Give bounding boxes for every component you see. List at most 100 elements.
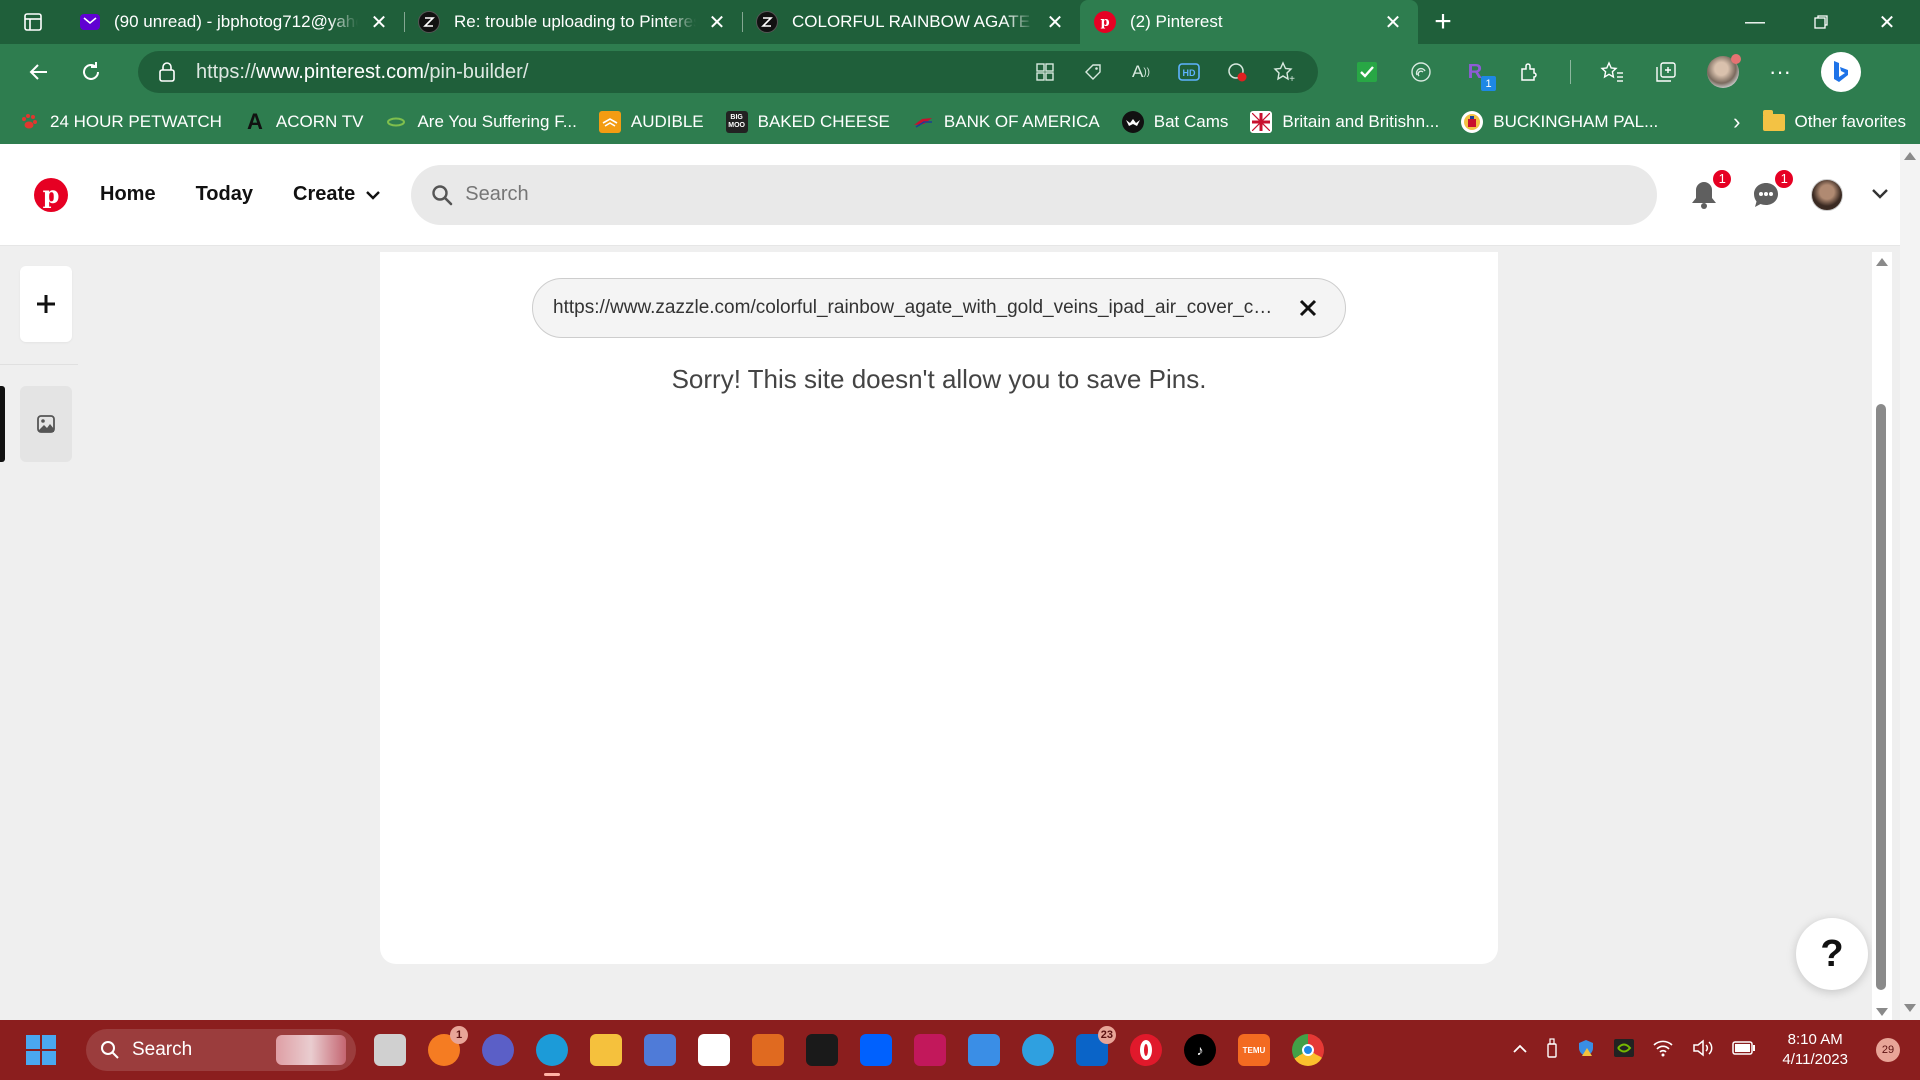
scroll-down-icon[interactable] [1876,1008,1888,1016]
wifi-icon[interactable] [1652,1039,1674,1062]
favorite-buckingham[interactable]: BUCKINGHAM PAL... [1461,111,1658,133]
more-options-icon[interactable]: ··· [1767,59,1793,85]
chevron-right-icon[interactable]: › [1733,109,1740,135]
sidebar-divider [0,364,78,365]
minimize-button[interactable]: — [1722,0,1788,44]
close-tab-icon[interactable]: ✕ [706,11,728,34]
battery-icon[interactable] [1732,1040,1756,1060]
search-highlight-icon [276,1035,346,1065]
microsoft-store-icon[interactable] [698,1034,730,1066]
add-pin-button[interactable] [20,266,72,342]
clock[interactable]: 8:10 AM 4/11/2023 [1782,1030,1848,1070]
close-tab-icon[interactable]: ✕ [368,11,390,34]
fingerprint-icon[interactable] [1408,59,1434,85]
tracking-prevention-icon[interactable] [1224,59,1250,85]
favorite-bank-of-america[interactable]: BANK OF AMERICA [912,111,1100,133]
nav-today[interactable]: Today [196,183,253,206]
teams-icon[interactable] [482,1034,514,1066]
favorite-audible[interactable]: AUDIBLE [598,111,704,133]
game-icon[interactable] [752,1034,784,1066]
opera-icon[interactable] [1130,1034,1162,1066]
checkmark-extension-icon[interactable] [1354,59,1380,85]
dropbox-icon[interactable] [860,1034,892,1066]
notes-icon[interactable] [806,1034,838,1066]
profile-avatar[interactable] [1707,54,1741,88]
favorite-bat-cams[interactable]: Bat Cams [1121,111,1228,133]
help-button[interactable]: ? [1796,918,1868,990]
notification-center-badge[interactable]: 29 [1876,1038,1900,1062]
pinterest-nav: Home Today Create [100,183,381,206]
favorite-britain[interactable]: Britain and Britishn... [1250,111,1439,133]
close-tab-icon[interactable]: ✕ [1044,11,1066,34]
nav-home[interactable]: Home [100,183,156,206]
favorite-acorn-tv[interactable]: A ACORN TV [244,109,364,134]
page-scrollbar[interactable] [1900,144,1920,1020]
notifications-button[interactable]: 1 [1687,167,1734,212]
pin-draft-thumbnail[interactable] [20,386,72,462]
tab-zazzle-product[interactable]: COLORFUL RAINBOW AGATE WITH ✕ [742,0,1080,44]
restore-button[interactable] [1788,0,1854,44]
tab-yahoo-mail[interactable]: (90 unread) - jbphotog712@yahoo ✕ [66,0,404,44]
union-jack-icon [1250,111,1273,133]
extensions-puzzle-icon[interactable] [1516,59,1542,85]
firefox-icon[interactable]: 1 [428,1026,468,1066]
tab-actions-icon [24,13,42,31]
scrollbar-thumb[interactable] [1876,404,1886,990]
file-explorer-icon[interactable] [590,1034,622,1066]
usb-icon[interactable] [1546,1037,1558,1063]
volume-icon[interactable] [1692,1038,1714,1062]
pinterest-header: p Home Today Create Search 1 1 [0,144,1900,246]
nav-create[interactable]: Create [293,183,381,206]
tag-icon[interactable] [1080,59,1106,85]
start-button[interactable] [26,1035,56,1065]
bing-copilot-icon[interactable] [1821,52,1861,92]
clear-url-button[interactable] [1293,293,1323,323]
security-shield-icon[interactable] [1576,1038,1596,1063]
scroll-up-icon[interactable] [1904,152,1916,160]
gem-icon[interactable] [914,1034,946,1066]
tab-pinterest[interactable]: p (2) Pinterest ✕ [1080,0,1418,44]
scroll-down-icon[interactable] [1904,1004,1916,1012]
tab-zazzle-thread[interactable]: Re: trouble uploading to Pinterest ✕ [404,0,742,44]
pinterest-search-input[interactable]: Search [411,164,1658,225]
paint-icon[interactable] [1022,1034,1054,1066]
refresh-button[interactable] [66,52,116,92]
address-bar[interactable]: https://www.pinterest.com/pin-builder/ A… [138,51,1318,93]
pinterest-logo-icon[interactable]: p [34,177,68,212]
edge-icon[interactable] [536,1034,568,1076]
photos-icon[interactable] [968,1034,1000,1066]
tab-actions-button[interactable] [0,0,66,44]
active-indicator [0,386,5,462]
outlook-icon[interactable]: 23 [1076,1026,1116,1066]
temu-icon[interactable]: TEMU [1238,1034,1270,1066]
chevron-up-icon[interactable] [1512,1041,1528,1059]
user-avatar[interactable] [1811,178,1844,211]
favorites-icon[interactable] [1599,59,1625,85]
app-available-icon[interactable] [1032,59,1058,85]
add-favorite-icon[interactable]: + [1272,59,1298,85]
nvidia-icon[interactable] [1614,1038,1635,1062]
task-view-icon[interactable] [374,1034,406,1066]
reader-extension-icon[interactable]: R 1 [1462,59,1496,91]
new-tab-button[interactable]: + [1418,0,1468,44]
taskbar-search[interactable]: Search [86,1029,356,1071]
movie-app-icon[interactable] [644,1034,676,1066]
favorite-baked-cheese[interactable]: BIG MOO BAKED CHEESE [725,111,890,133]
address-url[interactable]: https://www.pinterest.com/pin-builder/ [196,61,1032,84]
favorite-petwatch[interactable]: 24 HOUR PETWATCH [18,111,222,133]
scroll-up-icon[interactable] [1876,258,1888,266]
back-button[interactable] [14,52,64,92]
close-window-button[interactable]: ✕ [1854,0,1920,44]
chrome-icon[interactable] [1292,1034,1324,1066]
messages-button[interactable]: 1 [1749,167,1796,212]
favorite-are-you-suffering[interactable]: Are You Suffering F... [385,111,577,133]
lock-icon[interactable] [158,62,178,82]
collections-icon[interactable] [1653,59,1679,85]
other-favorites-folder[interactable]: Other favorites [1762,109,1906,132]
save-from-url-field[interactable]: https://www.zazzle.com/colorful_rainbow_… [532,278,1346,338]
tiktok-icon[interactable]: ♪ [1184,1034,1216,1066]
close-tab-icon[interactable]: ✕ [1382,11,1404,34]
account-menu-button[interactable] [1871,183,1889,206]
hd-icon[interactable]: HD [1176,59,1202,85]
read-aloud-icon[interactable]: A)) [1128,59,1154,85]
